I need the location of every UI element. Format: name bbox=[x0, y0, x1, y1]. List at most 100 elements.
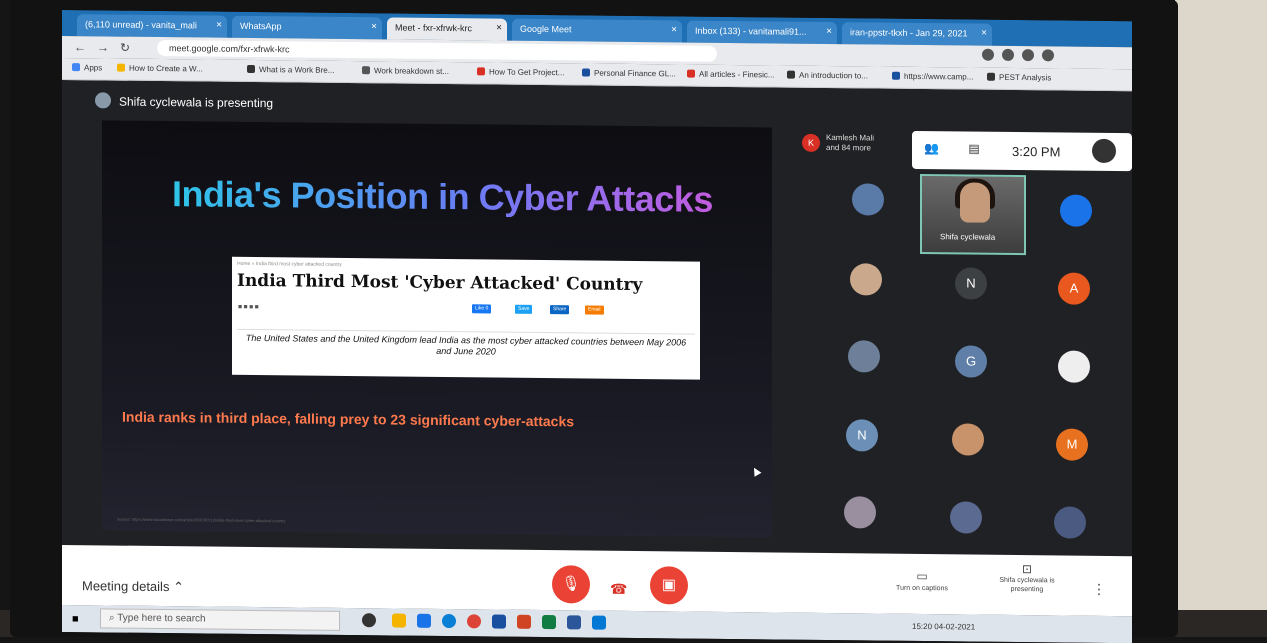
excel-icon[interactable] bbox=[542, 615, 556, 630]
extension-icon[interactable] bbox=[982, 48, 994, 61]
edge-icon[interactable] bbox=[442, 613, 456, 629]
article-caption: The United States and the United Kingdom… bbox=[245, 332, 687, 357]
presenting-label: Shifa cyclewala is presenting bbox=[119, 94, 274, 111]
bookmark-label: Work breakdown st... bbox=[374, 66, 449, 77]
presenter-face bbox=[960, 182, 990, 223]
taskbar-search-input[interactable]: ⌕ Type here to search bbox=[100, 608, 340, 631]
participant-tile[interactable]: N bbox=[846, 419, 878, 452]
bookmark-item[interactable]: Work breakdown st... bbox=[362, 66, 449, 76]
back-icon[interactable]: ← bbox=[74, 40, 86, 54]
presenting-button-label: Shifa cyclewala is presenting bbox=[999, 576, 1055, 594]
close-icon[interactable]: × bbox=[371, 21, 377, 32]
participant-tile[interactable]: G bbox=[955, 345, 987, 378]
file-explorer-icon[interactable] bbox=[392, 613, 406, 628]
bookmark-item[interactable]: Personal Finance GL... bbox=[582, 68, 676, 78]
mouse-cursor bbox=[750, 465, 762, 477]
mic-off-button[interactable]: 🎙 bbox=[552, 565, 590, 604]
bookmark-item[interactable]: All articles - Finesic... bbox=[687, 69, 775, 80]
participants-summary[interactable]: Kamlesh Mali and 84 more bbox=[826, 133, 886, 154]
people-icon[interactable]: 👥 bbox=[924, 141, 939, 155]
more-options-icon[interactable]: ⋮ bbox=[1092, 581, 1106, 598]
extension-icon[interactable] bbox=[1002, 48, 1014, 61]
participant-tile[interactable] bbox=[850, 263, 882, 296]
meet-top-controls: 👥 ▤ 3:20 PM bbox=[912, 130, 1132, 172]
background-wall bbox=[1175, 0, 1267, 637]
slide-source: Source: https://www.cisoadvisor.com/arti… bbox=[117, 516, 286, 524]
tab-inbox[interactable]: Inbox (133) - vanitamali91... × bbox=[687, 20, 837, 45]
tab-google-meet[interactable]: Google Meet × bbox=[512, 18, 682, 43]
tab-meet[interactable]: Meet - fxr-xfrwk-krc × bbox=[387, 17, 507, 41]
close-icon[interactable]: × bbox=[216, 20, 222, 31]
extension-icon[interactable] bbox=[1022, 49, 1034, 62]
presenter-tile[interactable]: Shifa cyclewala bbox=[920, 173, 1026, 256]
bookmark-label: How to Create a W... bbox=[129, 63, 203, 74]
participant-tile[interactable] bbox=[852, 183, 884, 216]
url-input[interactable]: meet.google.com/fxr-xfrwk-krc bbox=[157, 39, 717, 62]
mail-icon[interactable] bbox=[417, 613, 431, 628]
participant-tile[interactable] bbox=[1060, 194, 1092, 227]
participant-tile[interactable]: A bbox=[1058, 272, 1090, 305]
participant-tile[interactable] bbox=[1054, 506, 1086, 539]
photos-icon[interactable] bbox=[592, 615, 606, 630]
share-button: Share bbox=[550, 305, 570, 315]
system-tray[interactable]: 15:20 04-02-2021 bbox=[912, 622, 975, 632]
forward-icon[interactable]: → bbox=[97, 40, 109, 54]
bookmark-icon bbox=[362, 66, 370, 75]
participant-tile[interactable]: N bbox=[955, 267, 987, 300]
bookmark-item[interactable]: How to Create a W... bbox=[117, 63, 203, 74]
close-icon[interactable]: × bbox=[981, 28, 987, 39]
bookmark-apps[interactable]: Apps bbox=[72, 63, 102, 72]
captions-label: Turn on captions bbox=[896, 584, 948, 593]
presenter-avatar bbox=[95, 92, 111, 109]
captions-button[interactable]: ▭ Turn on captions bbox=[892, 569, 952, 593]
bookmark-item[interactable]: An introduction to... bbox=[787, 70, 868, 80]
tab-label: (6,110 unread) - vanita_mali bbox=[85, 19, 197, 31]
tab-iran[interactable]: iran-ppstr-tkxh - Jan 29, 2021 × bbox=[842, 22, 992, 46]
store-icon[interactable] bbox=[492, 614, 506, 629]
save-button: Save bbox=[515, 304, 533, 314]
close-icon[interactable]: × bbox=[496, 23, 502, 34]
bookmark-item[interactable]: https://www.camp... bbox=[892, 71, 973, 82]
reload-icon[interactable]: ↻ bbox=[120, 41, 130, 55]
email-button: Email bbox=[585, 305, 604, 315]
bookmark-label: All articles - Finesic... bbox=[699, 69, 775, 80]
bookmark-item[interactable]: What is a Work Bre... bbox=[247, 64, 335, 75]
participant-tile[interactable] bbox=[950, 501, 982, 534]
word-icon[interactable] bbox=[567, 615, 581, 630]
tab-label: Google Meet bbox=[520, 23, 572, 35]
camera-off-button[interactable]: ▣ bbox=[650, 566, 688, 605]
presenting-button[interactable]: ⊡ Shifa cyclewala is presenting bbox=[997, 562, 1057, 595]
bookmark-item[interactable]: How To Get Project... bbox=[477, 67, 564, 77]
article-screenshot: Home » India third most cyber attacked c… bbox=[232, 256, 700, 380]
cortana-icon[interactable] bbox=[362, 613, 376, 628]
powerpoint-icon[interactable] bbox=[517, 614, 531, 629]
participant-tile[interactable] bbox=[844, 496, 876, 529]
profile-icon[interactable] bbox=[1042, 49, 1054, 62]
participant-tile[interactable] bbox=[952, 423, 984, 456]
windows-start-icon[interactable]: ■ bbox=[72, 613, 79, 625]
close-icon[interactable]: × bbox=[671, 24, 677, 35]
self-avatar[interactable] bbox=[1092, 138, 1116, 164]
tab-mail[interactable]: (6,110 unread) - vanita_mali × bbox=[77, 14, 227, 38]
bookmark-item[interactable]: PEST Analysis bbox=[987, 72, 1051, 82]
bookmark-icon bbox=[117, 63, 125, 72]
meet-header: K Kamlesh Mali and 84 more 👥 ▤ 3:20 PM bbox=[802, 130, 1132, 173]
bookmark-icon bbox=[787, 70, 795, 79]
meeting-details-button[interactable]: Meeting details ⌃ bbox=[82, 578, 184, 595]
participant-tile[interactable]: M bbox=[1056, 428, 1088, 461]
participant-tile[interactable] bbox=[1058, 350, 1090, 383]
chat-icon[interactable]: ▤ bbox=[967, 141, 981, 155]
tab-whatsapp[interactable]: WhatsApp × bbox=[232, 15, 382, 40]
bookmark-label: What is a Work Bre... bbox=[259, 65, 335, 75]
chrome-icon[interactable] bbox=[467, 614, 481, 629]
hangup-button[interactable]: ☎ bbox=[610, 581, 627, 598]
bookmark-icon bbox=[247, 64, 255, 74]
tab-label: iran-ppstr-tkxh - Jan 29, 2021 bbox=[850, 27, 968, 39]
participant-tile[interactable] bbox=[848, 340, 880, 373]
camera-off-icon: ▣ bbox=[661, 576, 677, 594]
bookmark-label: Personal Finance GL... bbox=[594, 68, 676, 79]
captions-icon: ▭ bbox=[916, 568, 928, 584]
close-icon[interactable]: × bbox=[826, 26, 832, 37]
tab-label: WhatsApp bbox=[240, 20, 282, 32]
meet-control-bar: Meeting details ⌃ 🎙 ☎ ▣ ▭ Turn on caption… bbox=[62, 545, 1132, 617]
